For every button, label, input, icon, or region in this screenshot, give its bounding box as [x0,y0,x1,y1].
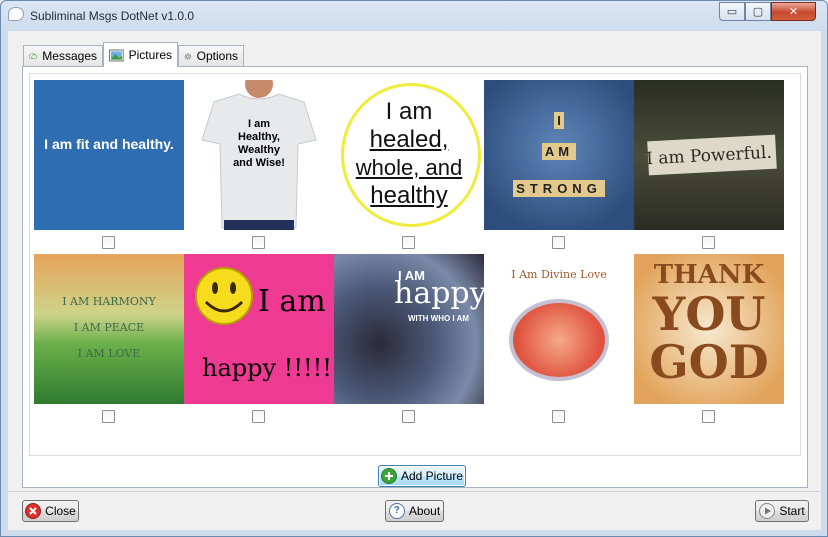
footer-separator [8,491,821,492]
picture-thumbnail[interactable]: I am healed, whole, and healthy [334,80,484,230]
picture-caption-line: and Wise! [233,157,285,169]
close-label: Close [45,504,76,518]
app-window: Subliminal Msgs DotNet v1.0.0 ▭ ▢ ✕ Mess… [0,0,828,537]
picture-caption-line: whole, and [355,155,463,180]
pictures-panel: I am fit and healthy. I am Healthy, Weal… [22,66,808,488]
picture-thumbnail[interactable]: I AM HARMONY I AM PEACE I AM LOVE [34,254,184,404]
about-label: About [408,504,441,518]
tab-label: Pictures [128,48,172,62]
app-icon [8,7,24,21]
picture-caption-line: healed, [369,126,449,153]
add-picture-button[interactable]: Add Picture [378,465,466,487]
minimize-button[interactable]: ▭ [719,2,745,21]
picture-grid: I am fit and healthy. I am Healthy, Weal… [29,73,801,456]
picture-caption-line: WITH WHO I AM [408,314,470,323]
picture-thumbnail[interactable]: I am happy !!!!! [184,254,334,404]
picture-icon [109,49,124,61]
messages-icon [29,52,38,59]
tab-messages[interactable]: Messages [23,45,103,66]
picture-caption-line: I AM HARMONY [62,295,156,308]
picture-checkbox[interactable] [402,236,415,249]
picture-checkbox[interactable] [252,236,265,249]
picture-caption: I Am Divine Love [511,268,607,281]
start-button[interactable]: Start [755,500,809,522]
picture-checkbox[interactable] [702,236,715,249]
add-icon [380,468,397,484]
help-icon: ? [388,503,405,519]
picture-checkbox[interactable] [702,410,715,423]
picture-checkbox[interactable] [552,236,565,249]
window-title: Subliminal Msgs DotNet v1.0.0 [30,9,195,23]
picture-caption-line: I AM LOVE [77,347,141,360]
picture-caption-line: I am [258,284,326,319]
close-window-button[interactable]: ✕ [771,2,816,21]
picture-caption-line: THANK [653,260,765,290]
picture-caption-line: YOU [652,287,766,341]
client-area: Messages Pictures Options I am fit and h… [8,31,821,530]
gear-icon [184,52,191,60]
add-picture-label: Add Picture [400,469,464,483]
picture-checkbox[interactable] [102,236,115,249]
title-bar[interactable]: Subliminal Msgs DotNet v1.0.0 ▭ ▢ ✕ [1,1,827,31]
picture-caption: I am fit and healthy. [44,136,174,152]
picture-caption-line: happy !!!!! [202,354,332,382]
picture-caption-line: I am [247,118,270,130]
picture-caption-line: Healthy, [238,131,280,143]
picture-thumbnail[interactable]: I AM happy WITH WHO I AM [334,254,484,404]
picture-caption-line: healthy [370,182,448,209]
picture-checkbox[interactable] [402,410,415,423]
tab-label: Messages [42,49,97,63]
tab-options[interactable]: Options [178,45,244,66]
tab-label: Options [196,49,238,63]
picture-thumbnail[interactable]: I AM STRONG [484,80,634,230]
picture-caption-line: I am [385,98,433,125]
picture-thumbnail[interactable]: I am Powerful. [634,80,784,230]
picture-caption-line: GOD [649,335,769,389]
picture-caption-line: AM [541,143,577,160]
maximize-button[interactable]: ▢ [745,2,771,21]
picture-checkbox[interactable] [252,410,265,423]
play-icon [759,503,776,519]
start-label: Start [779,504,805,518]
tab-pictures[interactable]: Pictures [103,42,178,67]
picture-checkbox[interactable] [102,410,115,423]
picture-caption-line: happy [394,276,484,311]
picture-thumbnail[interactable]: I am fit and healthy. [34,80,184,230]
close-button[interactable]: Close [22,500,79,522]
picture-caption-line: I [554,112,564,129]
about-button[interactable]: ? About [385,500,444,522]
picture-caption-line: STRONG [513,180,605,197]
picture-thumbnail[interactable]: THANK YOU GOD [634,254,784,404]
picture-thumbnail[interactable]: I Am Divine Love [484,254,634,404]
picture-thumbnail[interactable]: I am Healthy, Wealthy and Wise! [184,80,334,230]
picture-caption-line: I AM PEACE [73,321,145,334]
close-icon [25,503,42,519]
picture-checkbox[interactable] [552,410,565,423]
picture-caption-line: Wealthy [238,144,280,156]
